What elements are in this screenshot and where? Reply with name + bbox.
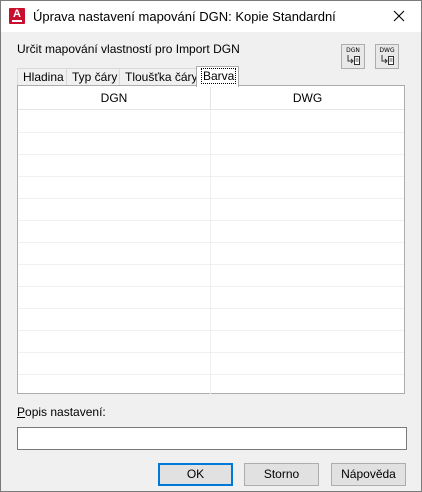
dgn-cell[interactable] bbox=[18, 155, 211, 177]
column-header-dwg[interactable]: DWG bbox=[211, 86, 404, 110]
dgn-cell[interactable] bbox=[18, 221, 211, 243]
table-row[interactable] bbox=[18, 375, 404, 397]
dgn-cell[interactable] bbox=[18, 133, 211, 155]
tab-typ-cary[interactable]: Typ čáry bbox=[66, 68, 120, 86]
table-row[interactable] bbox=[18, 287, 404, 309]
dgn-to-file-icon bbox=[347, 55, 360, 65]
dgn-cell[interactable] bbox=[18, 243, 211, 265]
dgn-cell[interactable] bbox=[18, 111, 211, 133]
table-row[interactable] bbox=[18, 199, 404, 221]
dwg-button-caption: DWG bbox=[379, 47, 395, 54]
dwg-cell[interactable] bbox=[211, 309, 404, 331]
dwg-cell[interactable] bbox=[211, 111, 404, 133]
window-title: Úprava nastavení mapování DGN: Kopie Sta… bbox=[33, 9, 336, 24]
title-bar: A Úprava nastavení mapování DGN: Kopie S… bbox=[1, 1, 421, 32]
table-row[interactable] bbox=[18, 243, 404, 265]
close-button[interactable] bbox=[377, 1, 421, 32]
cancel-button[interactable]: Storno bbox=[244, 463, 319, 486]
column-header-dgn[interactable]: DGN bbox=[18, 86, 211, 110]
dwg-cell[interactable] bbox=[211, 243, 404, 265]
dgn-cell[interactable] bbox=[18, 353, 211, 375]
dwg-cell[interactable] bbox=[211, 221, 404, 243]
tab-barva[interactable]: Barva bbox=[196, 66, 239, 87]
dwg-cell[interactable] bbox=[211, 199, 404, 221]
table-row[interactable] bbox=[18, 177, 404, 199]
mapping-section-label: Určit mapování vlastností pro Import DGN bbox=[17, 42, 240, 56]
dgn-cell[interactable] bbox=[18, 265, 211, 287]
mapping-table: DGN DWG bbox=[17, 85, 405, 397]
dwg-cell[interactable] bbox=[211, 375, 404, 397]
table-body bbox=[18, 111, 404, 397]
dgn-cell[interactable] bbox=[18, 287, 211, 309]
ok-button[interactable]: OK bbox=[158, 463, 233, 486]
table-row[interactable] bbox=[18, 309, 404, 331]
tab-label: Typ čáry bbox=[72, 70, 118, 84]
tab-hladina[interactable]: Hladina bbox=[17, 68, 67, 86]
app-icon-letter: A bbox=[13, 8, 21, 20]
description-label: Popis nastavení: bbox=[17, 405, 106, 419]
dgn-cell[interactable] bbox=[18, 199, 211, 221]
dwg-cell[interactable] bbox=[211, 331, 404, 353]
dgn-cell[interactable] bbox=[18, 375, 211, 397]
dwg-cell[interactable] bbox=[211, 133, 404, 155]
dgn-button-caption: DGN bbox=[346, 47, 360, 54]
table-row[interactable] bbox=[18, 265, 404, 287]
dwg-to-file-icon bbox=[381, 55, 394, 65]
table-header: DGN DWG bbox=[18, 86, 404, 110]
dwg-cell[interactable] bbox=[211, 265, 404, 287]
table-row[interactable] bbox=[18, 111, 404, 133]
tab-label: Tloušťka čáry bbox=[125, 70, 198, 84]
help-button[interactable]: Nápověda bbox=[331, 463, 406, 486]
dwg-cell[interactable] bbox=[211, 155, 404, 177]
autocad-app-icon: A bbox=[9, 8, 25, 24]
dgn-cell[interactable] bbox=[18, 309, 211, 331]
tab-tloustka-cary[interactable]: Tloušťka čáry bbox=[119, 68, 198, 86]
tab-label: Barva bbox=[200, 68, 237, 84]
table-row[interactable] bbox=[18, 133, 404, 155]
tab-label: Hladina bbox=[23, 70, 64, 84]
dgn-cell[interactable] bbox=[18, 331, 211, 353]
close-icon bbox=[393, 10, 405, 22]
description-input[interactable] bbox=[17, 427, 407, 450]
table-row[interactable] bbox=[18, 221, 404, 243]
dwg-cell[interactable] bbox=[211, 177, 404, 199]
dwg-cell[interactable] bbox=[211, 353, 404, 375]
table-row[interactable] bbox=[18, 331, 404, 353]
dialog-window: A Úprava nastavení mapování DGN: Kopie S… bbox=[0, 0, 422, 492]
dwg-cell[interactable] bbox=[211, 287, 404, 309]
description-label-text: opis nastavení: bbox=[25, 405, 106, 419]
dgn-cell[interactable] bbox=[18, 177, 211, 199]
description-label-accelerator: P bbox=[17, 405, 26, 419]
dwg-mapping-button[interactable]: DWG bbox=[375, 44, 399, 69]
dgn-mapping-button[interactable]: DGN bbox=[341, 44, 365, 69]
table-row[interactable] bbox=[18, 155, 404, 177]
table-row[interactable] bbox=[18, 353, 404, 375]
